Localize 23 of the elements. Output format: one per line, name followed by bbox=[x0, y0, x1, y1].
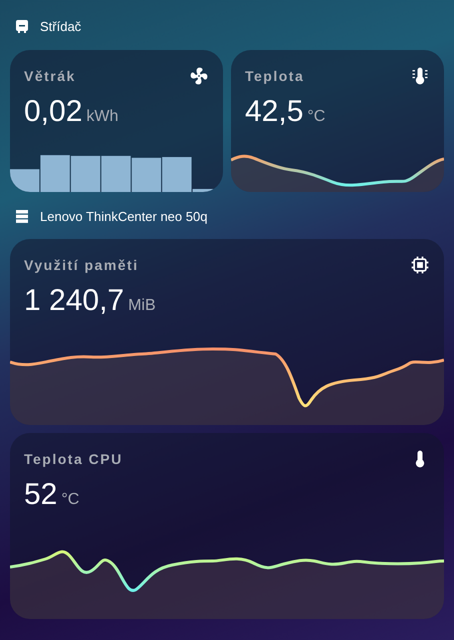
section-title: Střídač bbox=[40, 18, 82, 36]
thermometer-icon bbox=[410, 66, 430, 86]
card-title: Větrák bbox=[24, 66, 76, 86]
fan-icon bbox=[189, 66, 209, 86]
sensor-card[interactable]: Teplota 42,5°C bbox=[231, 50, 444, 192]
server-icon bbox=[16, 210, 28, 223]
unit-text: °C bbox=[307, 106, 326, 126]
unit-text: MiB bbox=[128, 296, 156, 316]
unit-text: °C bbox=[61, 490, 80, 510]
section-title: Lenovo ThinkCenter neo 50q bbox=[40, 208, 208, 226]
value-text: 52 bbox=[24, 480, 58, 510]
sensor-card[interactable]: Větrák 0,02 kWh bbox=[10, 50, 223, 192]
sensor-card[interactable]: Teplota CPU 52°C bbox=[10, 433, 444, 619]
inverter-icon bbox=[16, 20, 28, 34]
value-text: 42,5 bbox=[245, 96, 304, 126]
sensor-card[interactable]: Využití paměti 1 240,7 MiB bbox=[10, 239, 444, 425]
unit-text: kWh bbox=[86, 106, 118, 126]
card-title: Využití paměti bbox=[24, 256, 139, 275]
card-title: Teplota bbox=[245, 66, 304, 86]
card-title: Teplota CPU bbox=[24, 450, 123, 469]
chip-icon bbox=[410, 255, 430, 275]
value-text: 0,02 bbox=[24, 96, 82, 126]
value-text: 1 240,7 bbox=[24, 286, 124, 316]
